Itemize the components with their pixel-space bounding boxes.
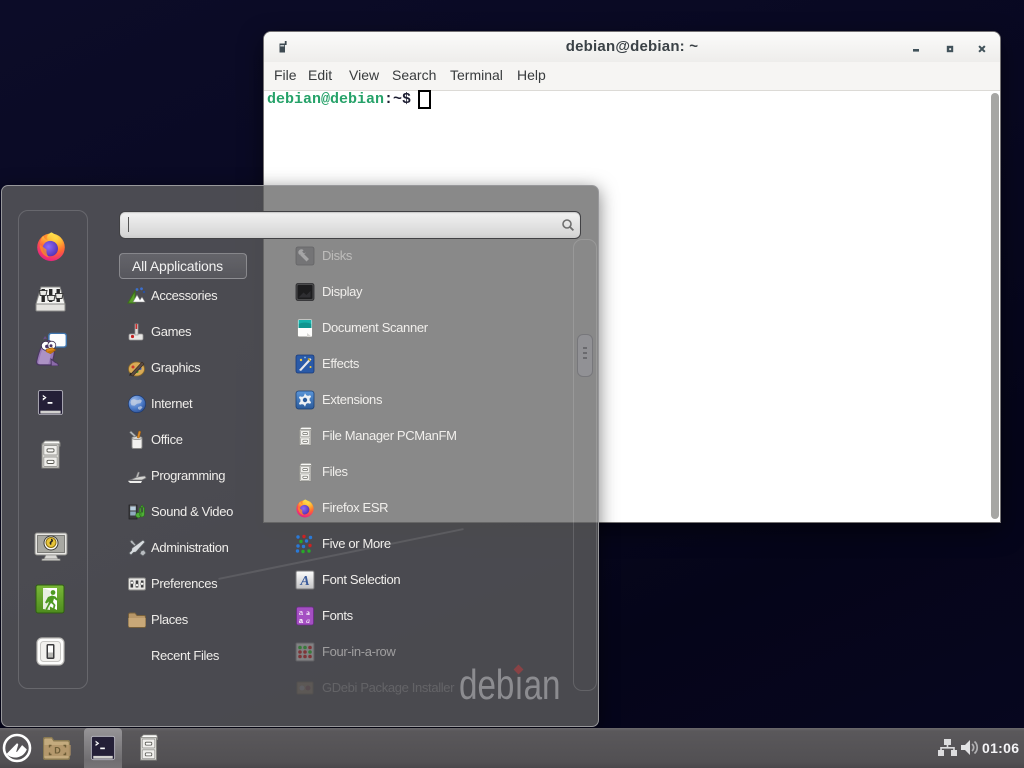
svg-text:a: a <box>306 616 310 625</box>
svg-text:D: D <box>54 746 61 756</box>
svg-text:A: A <box>299 574 309 589</box>
